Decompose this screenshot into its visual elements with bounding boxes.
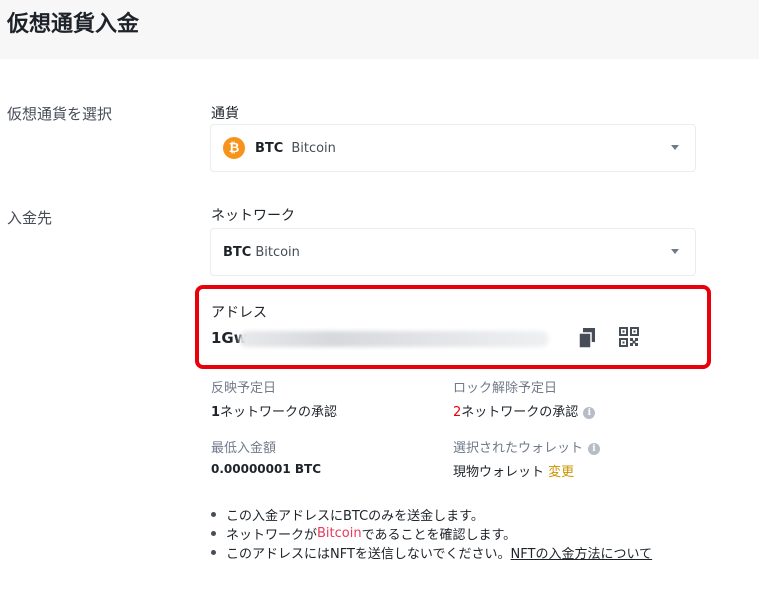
list-item: このアドレスにはNFTを送信しないでください。 NFTの入金方法について: [211, 543, 731, 562]
nft-deposit-guide-link[interactable]: NFTの入金方法について: [511, 543, 653, 562]
currency-select[interactable]: ₿ BTC Bitcoin: [210, 124, 696, 172]
currency-name: Bitcoin: [291, 140, 336, 156]
copy-icon[interactable]: [577, 327, 597, 349]
bullet: [211, 550, 216, 555]
wallet-name: 現物ウォレット: [453, 465, 545, 480]
step-select-currency: 仮想通貨を選択: [7, 105, 113, 123]
min-deposit-value: 0.00000001 BTC: [211, 462, 322, 476]
currency-symbol: BTC: [255, 140, 284, 156]
unlock-date-value: 2ネットワークの承認 i: [453, 401, 596, 420]
step-destination: 入金先: [7, 209, 53, 227]
list-item: ネットワークが Bitcoin であることを確認します。: [211, 524, 731, 543]
reflect-count: 1: [211, 405, 221, 420]
bitcoin-icon: ₿: [223, 137, 245, 159]
qr-code-icon[interactable]: [619, 327, 639, 347]
change-wallet-link[interactable]: 変更: [548, 465, 574, 480]
address-label: アドレス: [211, 305, 267, 321]
chevron-down-icon: [671, 145, 679, 150]
deposit-notes: この入金アドレスにBTCのみを送金します。 ネットワークが Bitcoin であるこ…: [211, 505, 731, 562]
chevron-down-icon: [671, 249, 679, 254]
selected-wallet-label: 選択されたウォレット i: [453, 437, 601, 456]
list-item: この入金アドレスにBTCのみを送金します。: [211, 505, 731, 524]
note-2-network: Bitcoin: [317, 526, 362, 541]
page-header: 仮想通貨入金: [0, 0, 759, 59]
selected-wallet-label-text: 選択されたウォレット: [453, 441, 584, 456]
info-icon[interactable]: i: [588, 442, 601, 455]
note-3: このアドレスにはNFTを送信しないでください。: [226, 547, 511, 562]
address-highlight-box: アドレス 1Gw: [195, 285, 711, 369]
info-icon[interactable]: i: [583, 406, 596, 419]
selected-wallet-value: 現物ウォレット 変更: [453, 461, 574, 480]
bullet: [211, 512, 216, 517]
currency-label: 通貨: [211, 106, 239, 122]
bullet: [211, 531, 216, 536]
network-label: ネットワーク: [211, 208, 295, 224]
reflect-suffix: ネットワークの承認: [220, 405, 338, 420]
network-name: Bitcoin: [255, 244, 300, 260]
min-deposit-label: 最低入金額: [211, 441, 277, 456]
unlock-date-label: ロック解除予定日: [453, 381, 558, 396]
unlock-suffix: ネットワークの承認: [461, 405, 579, 420]
network-symbol: BTC: [223, 244, 252, 260]
note-1: この入金アドレスにBTCのみを送金します。: [226, 509, 484, 524]
address-redacted: [239, 331, 549, 347]
page-title: 仮想通貨入金: [7, 12, 140, 37]
note-2-suffix: であることを確認します。: [361, 528, 517, 543]
network-select[interactable]: BTC Bitcoin: [210, 228, 696, 276]
note-2-prefix: ネットワークが: [226, 528, 318, 543]
reflect-date-value: 1ネットワークの承認: [211, 401, 337, 420]
reflect-date-label: 反映予定日: [211, 381, 277, 396]
